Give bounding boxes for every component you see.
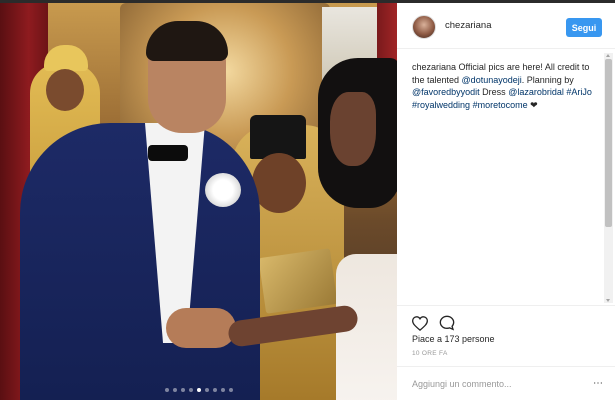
- mention-link[interactable]: @lazarobridal: [508, 87, 564, 97]
- hashtag-link[interactable]: #moretocome: [473, 100, 528, 110]
- likes-count[interactable]: Piace a 173 persone: [412, 334, 495, 344]
- post-caption: chezariana Official pics are here! All c…: [412, 61, 602, 111]
- groom-hair: [146, 21, 228, 61]
- post-photo[interactable]: [0, 3, 397, 400]
- scroll-up-arrow-icon[interactable]: [606, 54, 610, 57]
- hashtag-link[interactable]: #royalwedding: [412, 100, 470, 110]
- caption-username[interactable]: chezariana: [412, 62, 456, 72]
- carousel-dot[interactable]: [173, 388, 177, 392]
- caption-text: Dress: [479, 87, 509, 97]
- post-header: chezariana Segui: [397, 3, 615, 49]
- follow-button[interactable]: Segui: [566, 18, 602, 37]
- post-sidebar: chezariana Segui chezariana Official pic…: [397, 3, 615, 400]
- carousel-dot[interactable]: [205, 388, 209, 392]
- mention-link[interactable]: @favoredbyyodit: [412, 87, 480, 97]
- carousel-dot[interactable]: [181, 388, 185, 392]
- avatar[interactable]: [412, 15, 436, 39]
- caption-text: . Planning by: [521, 74, 574, 85]
- mention-link[interactable]: @dotunayodeji: [462, 75, 522, 85]
- boutonniere: [205, 173, 241, 207]
- groom-suit: [20, 123, 260, 400]
- bride: [226, 58, 397, 400]
- scroll-down-arrow-icon[interactable]: [606, 299, 610, 302]
- post-actions: [397, 305, 615, 335]
- carousel-dot[interactable]: [165, 388, 169, 392]
- carousel-dot-active[interactable]: [197, 388, 201, 392]
- carousel-dot[interactable]: [213, 388, 217, 392]
- carousel-dot[interactable]: [221, 388, 225, 392]
- heart-emoji: ❤: [527, 99, 538, 110]
- groom-hand: [166, 308, 236, 348]
- priest-face: [252, 153, 306, 213]
- post-timestamp: 10 ORE FA: [412, 350, 448, 357]
- comment-input[interactable]: [412, 375, 582, 393]
- hashtag-link[interactable]: #AriJo: [566, 87, 592, 97]
- caption-scrollbar[interactable]: [604, 53, 613, 303]
- username-link[interactable]: chezariana: [445, 20, 491, 31]
- add-comment-bar: ⋯: [397, 366, 615, 400]
- carousel-dots: [165, 388, 233, 392]
- bride-face: [330, 92, 376, 166]
- heart-icon[interactable]: [411, 314, 429, 332]
- more-options-icon[interactable]: ⋯: [591, 378, 605, 390]
- bowtie: [148, 145, 188, 161]
- carousel-dot[interactable]: [229, 388, 233, 392]
- comment-icon[interactable]: [438, 314, 456, 332]
- scrollbar-thumb[interactable]: [605, 59, 612, 227]
- carousel-dot[interactable]: [189, 388, 193, 392]
- groom: [20, 21, 260, 400]
